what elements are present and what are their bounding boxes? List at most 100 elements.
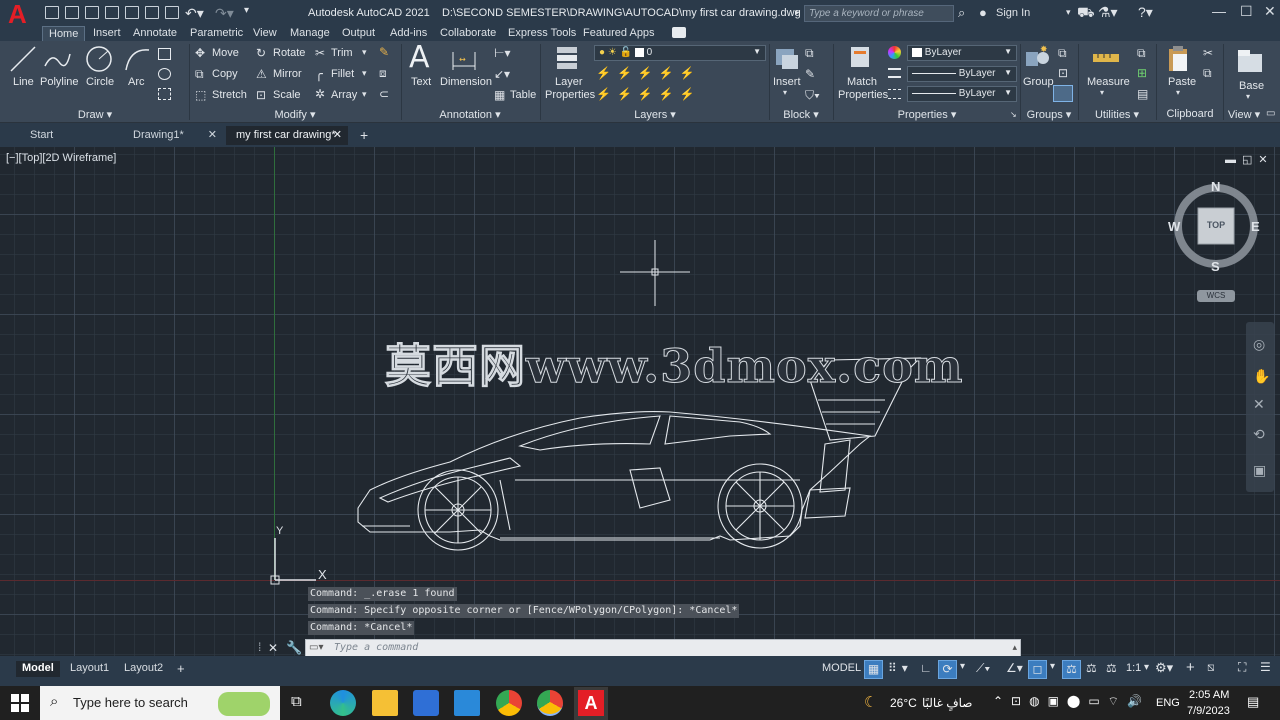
search-input[interactable]: Type a keyword or phrase [804,5,954,22]
ellipse-icon[interactable] [158,68,171,80]
polar-dropdown-icon[interactable]: ▾ [960,661,965,672]
close-tab-icon[interactable]: ✕ [333,126,342,144]
tab-home[interactable]: Home [42,26,86,41]
group-icon[interactable]: ✸ [1023,44,1051,72]
weather-condition[interactable]: صافٍ غالبًا [922,696,972,710]
polyline-button[interactable]: Polyline [40,76,79,88]
create-block-icon[interactable]: ⧉ [805,46,814,61]
clock-time[interactable]: 2:05 AM [1189,689,1229,701]
isodraft-icon[interactable]: ⟋▾ [976,661,990,676]
sign-in-dropdown-icon[interactable]: ▾ [1066,7,1071,18]
insert-dropdown-icon[interactable]: ▾ [783,88,787,97]
annotation-scale-value[interactable]: 1:1 [1126,662,1141,674]
tab-manage[interactable]: Manage [284,26,336,41]
match-properties-label-2[interactable]: Properties [838,89,888,101]
clean-screen-icon[interactable]: ⛶ [1238,660,1246,675]
tab-output[interactable]: Output [336,26,381,41]
layer-properties-label-2[interactable]: Properties [545,89,595,101]
save-as-icon[interactable] [105,6,119,19]
fillet-button[interactable]: Fillet [331,68,354,80]
dimension-button[interactable]: Dimension [440,76,492,88]
chrome-icon[interactable] [496,690,522,716]
task-view-icon[interactable]: ⧉ [291,693,302,710]
tab-express-tools[interactable]: Express Tools [502,26,582,41]
workspace-gear-icon[interactable]: ⚙▾ [1155,660,1173,676]
measure-icon[interactable] [1092,48,1120,68]
circle-icon[interactable] [84,44,114,74]
paste-icon[interactable] [1166,44,1192,74]
viewport-window-controls[interactable]: ▬◱✕ [1225,153,1274,166]
clipboard-panel-title[interactable]: Clipboard [1157,108,1223,122]
erase-icon[interactable]: ✎ [379,45,389,59]
command-recent-icon[interactable]: ▭▾ [309,642,323,653]
object-snap-tracking-icon[interactable]: ∠▾ [1006,661,1023,675]
minimize-icon[interactable]: — [1212,3,1226,19]
view-panel-title[interactable]: View ▾ [1224,108,1264,122]
hatch-icon[interactable] [158,88,171,100]
pan-icon[interactable]: ✋ [1253,368,1270,385]
chrome-profile-icon[interactable] [537,690,563,716]
chevron-right-icon[interactable]: ▸ [795,7,800,18]
arc-icon[interactable] [122,44,152,74]
orbit-icon[interactable]: ⟲ [1253,426,1265,443]
utilities-panel-title[interactable]: Utilities ▾ [1079,108,1155,122]
leader-icon[interactable]: ↙▾ [494,67,510,81]
linear-dim-icon[interactable]: ⊢▾ [494,46,510,60]
compass-south[interactable]: S [1211,259,1220,274]
measure-dropdown-icon[interactable]: ▾ [1100,88,1104,97]
units-icon[interactable]: ⧅ [1207,660,1215,675]
arc-button[interactable]: Arc [128,76,145,88]
group-button[interactable]: Group [1023,76,1054,88]
tab-layout1[interactable]: Layout1 [64,661,115,677]
wcs-menu[interactable]: WCS [1197,290,1235,302]
paste-button[interactable]: Paste [1168,76,1196,88]
tab-my-first-car-drawing[interactable]: my first car drawing* ✕ [226,126,348,145]
tab-featured-apps[interactable]: Featured Apps [577,26,661,41]
tab-parametric[interactable]: Parametric [184,26,249,41]
workspace-toggle-icon[interactable] [672,27,686,38]
annotation-scale-dropdown-icon[interactable]: ▾ [1144,662,1149,673]
insert-button[interactable]: Insert [773,76,801,88]
autocad-logo-icon[interactable]: A [8,1,34,27]
quick-select-icon[interactable]: ⧉ [1137,46,1146,61]
rectangle-icon[interactable] [158,48,171,60]
polar-toggle-icon[interactable]: ⟳ [938,660,957,679]
layer-tools-row2-icon[interactable]: ⚡⚡⚡⚡⚡ [596,87,701,101]
tab-annotate[interactable]: Annotate [127,26,183,41]
sign-in-button[interactable]: Sign In [996,7,1030,19]
copy-button[interactable]: Copy [212,68,238,80]
copy-clip-icon[interactable]: ⧉ [1203,66,1212,81]
text-icon[interactable]: A [409,40,430,75]
open-file-icon[interactable] [65,6,79,19]
draw-panel-title[interactable]: Draw ▾ [0,108,190,122]
notification-icon[interactable]: ▤ [1247,694,1259,710]
tab-start[interactable]: Start [20,126,120,145]
command-input[interactable]: Type a command [334,642,418,653]
tab-model[interactable]: Model [16,661,60,677]
match-properties-label-1[interactable]: Match [847,76,877,88]
color-dropdown[interactable]: ByLayer ▼ [907,45,1017,61]
weather-temp[interactable]: 26°C [890,696,917,710]
tab-view[interactable]: View [247,26,283,41]
compass-north[interactable]: N [1211,179,1220,194]
insert-block-icon[interactable] [773,44,801,72]
maximize-icon[interactable]: ☐ [1240,3,1253,20]
tab-collaborate[interactable]: Collaborate [434,26,502,41]
snap-toggle-icon[interactable]: ⠿▾ [888,661,913,675]
ribbon-options-icon[interactable]: ▭ [1266,108,1275,119]
polyline-icon[interactable] [42,44,72,74]
layer-dropdown[interactable]: ● ☀ 🔓 0 ▼ [594,45,766,61]
table-button[interactable]: Table [510,89,536,101]
stretch-button[interactable]: Stretch [212,89,247,101]
taskbar-search[interactable]: ⌕ Type here to search [40,686,280,720]
annotation-monitor-icon[interactable]: + [1186,659,1195,676]
command-customize-icon[interactable]: 🔧 [286,640,302,656]
ortho-toggle-icon[interactable]: ∟ [920,661,932,675]
base-dropdown-icon[interactable]: ▾ [1246,92,1250,101]
linetype-icon[interactable] [888,89,901,99]
tab-add-ins[interactable]: Add-ins [384,26,433,41]
zoom-extents-icon[interactable]: ✕ [1253,396,1265,413]
annotation-scale-icon[interactable]: ⚖ [1106,661,1117,675]
viewport-controls[interactable]: [−][Top][2D Wireframe] [6,152,116,164]
new-file-icon[interactable] [45,6,59,19]
